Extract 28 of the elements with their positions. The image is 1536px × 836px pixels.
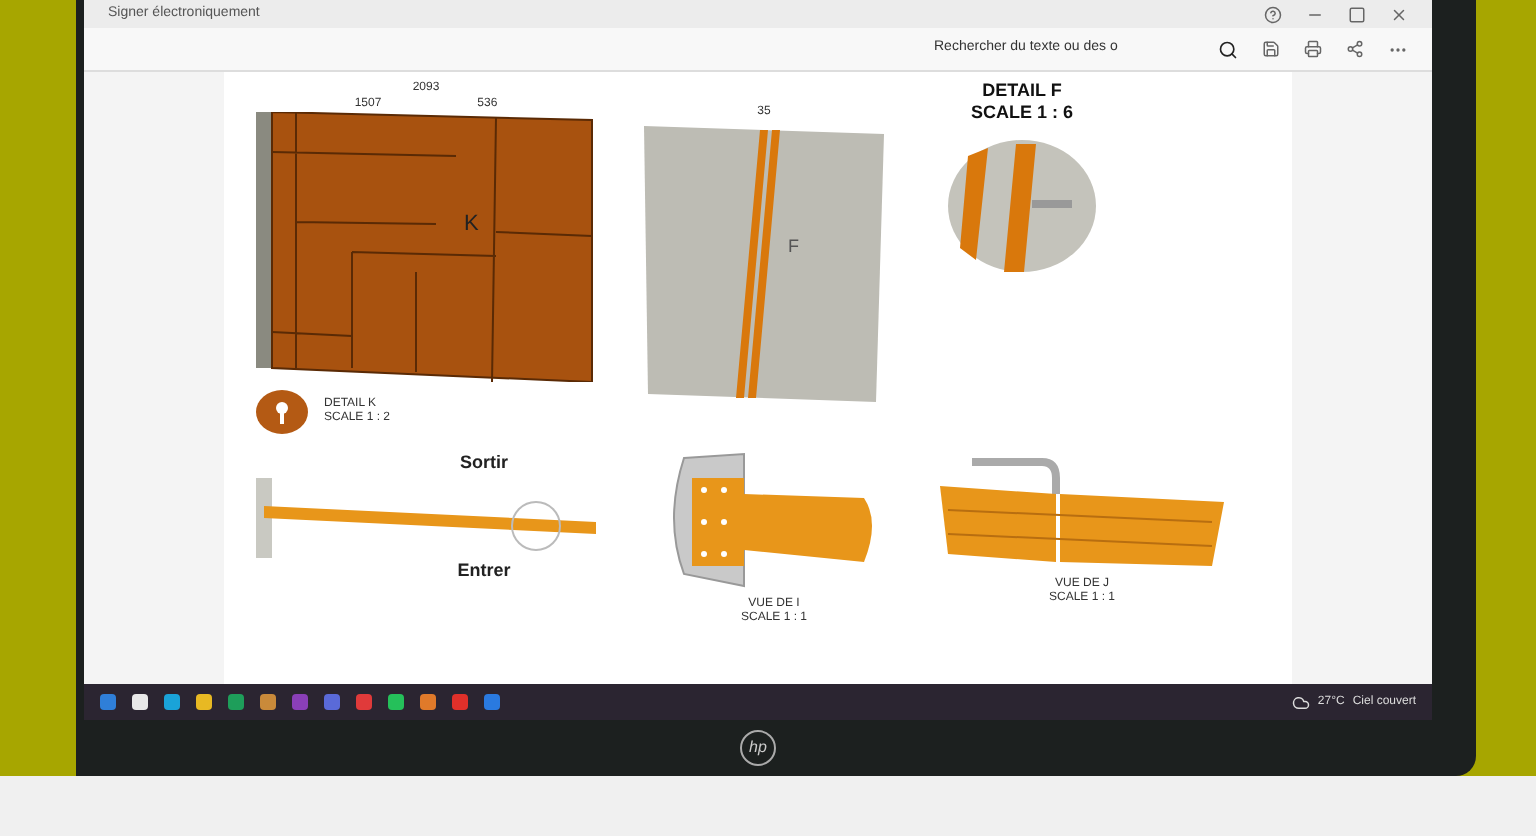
taskbar-app-icon[interactable] [324,694,340,710]
detail-marker: K [464,210,479,240]
taskbar-app-icon[interactable] [452,694,468,710]
cloud-icon [1291,693,1310,711]
save-icon[interactable] [1262,40,1280,58]
taskbar-app-icon[interactable] [484,694,500,710]
section-marker: F [788,234,799,260]
detail-scale: SCALE 1 : 6 [970,102,1073,124]
taskbar-app-icon[interactable] [228,694,244,710]
printer-icon[interactable] [1304,40,1322,58]
taskbar-app-icon[interactable] [388,694,404,710]
taskbar-app-icon[interactable] [260,694,276,710]
search-icon[interactable] [1218,39,1238,59]
taskbar-app-icon[interactable] [196,694,212,710]
monitor-logo: hp [740,730,776,766]
keyhole-drawing [256,390,308,434]
share-icon[interactable] [1346,40,1364,58]
arrow-label: Entrer [457,557,511,583]
arrow-label: Sortir [459,450,508,476]
taskbar-app-icon[interactable] [356,694,372,710]
taskbar-app-icon[interactable] [132,694,148,710]
detail-title: DETAIL F [982,80,1062,102]
maximize-icon[interactable] [1348,5,1366,23]
taskbar-app-icon[interactable] [100,694,116,710]
taskbar-app-icon[interactable] [420,694,436,710]
close-icon[interactable] [1390,5,1408,23]
taskbar-app-icon[interactable] [164,694,180,710]
help-icon[interactable] [1264,5,1282,23]
